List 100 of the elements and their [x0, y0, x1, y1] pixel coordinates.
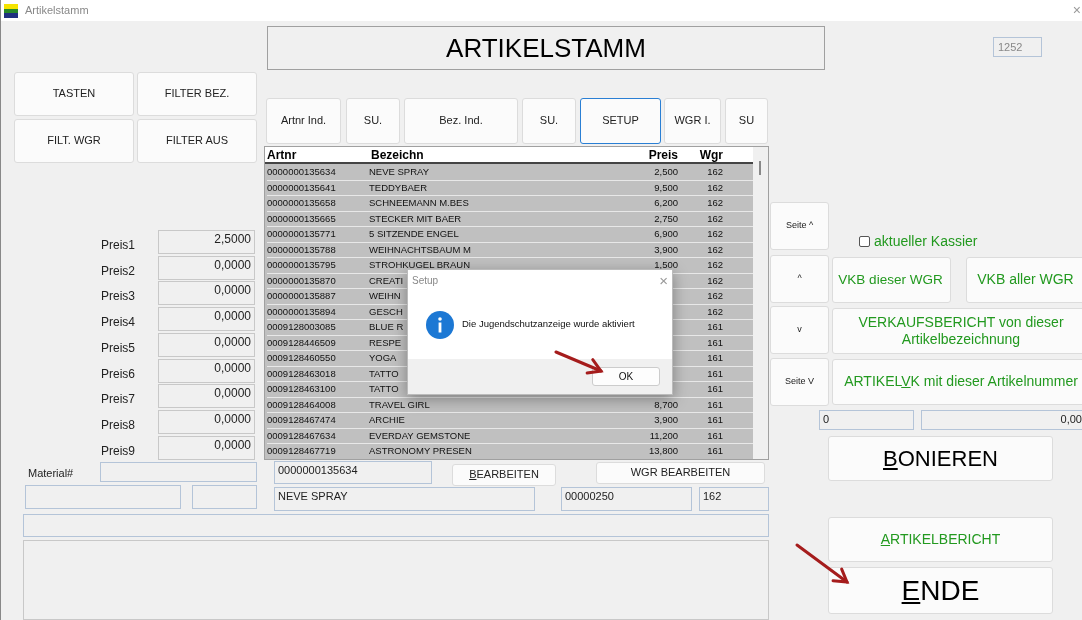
- table-cell: 0009128003085: [267, 320, 336, 335]
- table-cell: 0009128460550: [267, 351, 336, 366]
- table-cell: 162: [707, 211, 723, 226]
- column-header[interactable]: Artnr: [265, 147, 369, 164]
- table-cell: 0000000135887: [267, 289, 336, 304]
- text-area[interactable]: [23, 540, 769, 620]
- table-cell: 0000000135870: [267, 273, 336, 288]
- ok-button[interactable]: OK: [592, 367, 660, 386]
- column-header[interactable]: Preis: [579, 147, 678, 164]
- name-field[interactable]: NEVE SPRAY: [274, 487, 535, 511]
- price-field[interactable]: 0,0000: [158, 332, 255, 357]
- report-button[interactable]: ARTIKELVK mit dieser Artikelnummer: [832, 359, 1082, 405]
- input-field[interactable]: [25, 485, 181, 509]
- price-label: Preis5: [101, 339, 135, 357]
- table-cell: 5 SITZENDE ENGEL: [369, 227, 459, 242]
- column-header[interactable]: Bezeichn: [369, 147, 579, 164]
- table-cell: 0009128463100: [267, 382, 336, 397]
- price-field[interactable]: 0,0000: [158, 307, 255, 332]
- wgr-field[interactable]: 162: [699, 487, 769, 511]
- code-field[interactable]: 00000250: [561, 487, 692, 511]
- info-icon: [426, 310, 454, 339]
- nav-button[interactable]: ^: [770, 255, 829, 303]
- table-cell: 0000000135665: [267, 211, 336, 226]
- report-button[interactable]: VKB aller WGR: [966, 257, 1082, 303]
- table-cell: 0000000135641: [267, 180, 336, 195]
- table-cell: NEVE SPRAY: [369, 165, 429, 180]
- report-button[interactable]: VERKAUFSBERICHT von dieser Artikelbezeichnung: [832, 308, 1082, 354]
- tab-button[interactable]: SU.: [522, 98, 576, 144]
- price-label: Preis9: [101, 442, 135, 460]
- price-label: Preis4: [101, 314, 135, 332]
- table-cell: 0000000135788: [267, 242, 336, 257]
- nav-button[interactable]: v: [770, 306, 829, 354]
- table-cell: 11,200: [649, 428, 678, 443]
- table-cell: 162: [707, 258, 723, 273]
- table-cell: 0009128467474: [267, 413, 336, 428]
- pointer-arrow: [795, 543, 850, 584]
- price-label: Preis3: [101, 288, 135, 306]
- material-field[interactable]: [100, 462, 257, 482]
- table-cell: 0000000135771: [267, 227, 336, 242]
- table-cell: 2,500: [654, 165, 678, 180]
- nav-button[interactable]: Seite V: [770, 358, 829, 406]
- filter-button[interactable]: FILT. WGR: [14, 119, 134, 163]
- table-cell: 162: [707, 227, 723, 242]
- app-logo-icon: [4, 3, 18, 18]
- bonieren-button[interactable]: BONIEREN: [828, 436, 1053, 481]
- table-cell: 161: [707, 413, 723, 428]
- tab-button[interactable]: WGR I.: [664, 98, 721, 144]
- nav-button[interactable]: Seite ^: [770, 202, 829, 250]
- artnr-field[interactable]: 0000000135634: [274, 461, 432, 484]
- price-field[interactable]: 0,0000: [158, 358, 255, 383]
- table-cell: 161: [707, 335, 723, 350]
- filter-button[interactable]: FILTER BEZ.: [137, 72, 257, 116]
- table-cell: 0000000135634: [267, 165, 336, 180]
- tab-button[interactable]: Bez. Ind.: [404, 98, 518, 144]
- table-cell: 162: [707, 289, 723, 304]
- table-cell: 1,500: [654, 258, 678, 273]
- tab-button[interactable]: SETUP: [580, 98, 661, 144]
- ende-button[interactable]: ENDE: [828, 567, 1053, 614]
- table-cell: 161: [707, 397, 723, 412]
- header-title: ARTIKELSTAMM: [267, 26, 825, 70]
- dialog-message: Die Jugendschutzanzeige wurde aktiviert: [462, 317, 635, 332]
- table-cell: 162: [707, 304, 723, 319]
- price-label: Preis6: [101, 365, 135, 383]
- filter-button[interactable]: FILTER AUS: [137, 119, 257, 163]
- table-cell: 162: [707, 273, 723, 288]
- table-cell: TATTO: [369, 366, 399, 381]
- price-field[interactable]: 2,5000: [158, 230, 255, 254]
- price-field[interactable]: 0,0000: [158, 384, 255, 409]
- price-label: Preis8: [101, 416, 135, 434]
- table-cell: GESCH: [369, 304, 403, 319]
- count-field[interactable]: 0: [819, 410, 914, 430]
- tab-button[interactable]: Artnr Ind.: [266, 98, 341, 144]
- table-cell: 6,900: [654, 227, 678, 242]
- price-field[interactable]: 0,0000: [158, 435, 255, 460]
- table-cell: CREATI: [369, 273, 404, 288]
- filter-button[interactable]: TASTEN: [14, 72, 134, 116]
- price-field[interactable]: 0,0000: [158, 409, 255, 434]
- table-cell: 0000000135894: [267, 304, 336, 319]
- table-cell: 161: [707, 320, 723, 335]
- bearbeiten-button[interactable]: BEARBEITEN: [452, 464, 556, 486]
- price-field[interactable]: 0,0000: [158, 255, 255, 280]
- scrollbar-thumb[interactable]: [759, 161, 761, 175]
- column-header[interactable]: Wgr: [678, 147, 723, 164]
- checkbox[interactable]: [859, 236, 870, 247]
- table-cell: 6,200: [654, 196, 678, 211]
- tab-button[interactable]: SU.: [346, 98, 400, 144]
- price-field[interactable]: 0,0000: [158, 281, 255, 306]
- artikelbericht-button[interactable]: ARTIKELBERICHT: [828, 517, 1053, 562]
- table-cell: 3,900: [654, 413, 678, 428]
- table-cell: 0009128467719: [267, 444, 336, 459]
- table-cell: 162: [707, 165, 723, 180]
- input-field[interactable]: [192, 485, 257, 509]
- table-cell: ARCHIE: [369, 413, 405, 428]
- wgr-bearbeiten-button[interactable]: WGR BEARBEITEN: [596, 462, 765, 484]
- table-cell: STROHKUGEL BRAUN: [369, 258, 470, 273]
- checkbox-label: aktueller Kassier: [874, 232, 978, 251]
- report-button[interactable]: VKB dieser WGR: [832, 257, 951, 303]
- tab-button[interactable]: SU: [725, 98, 768, 144]
- sum-field[interactable]: 0,00: [921, 410, 1082, 430]
- table-cell: 2,750: [654, 211, 678, 226]
